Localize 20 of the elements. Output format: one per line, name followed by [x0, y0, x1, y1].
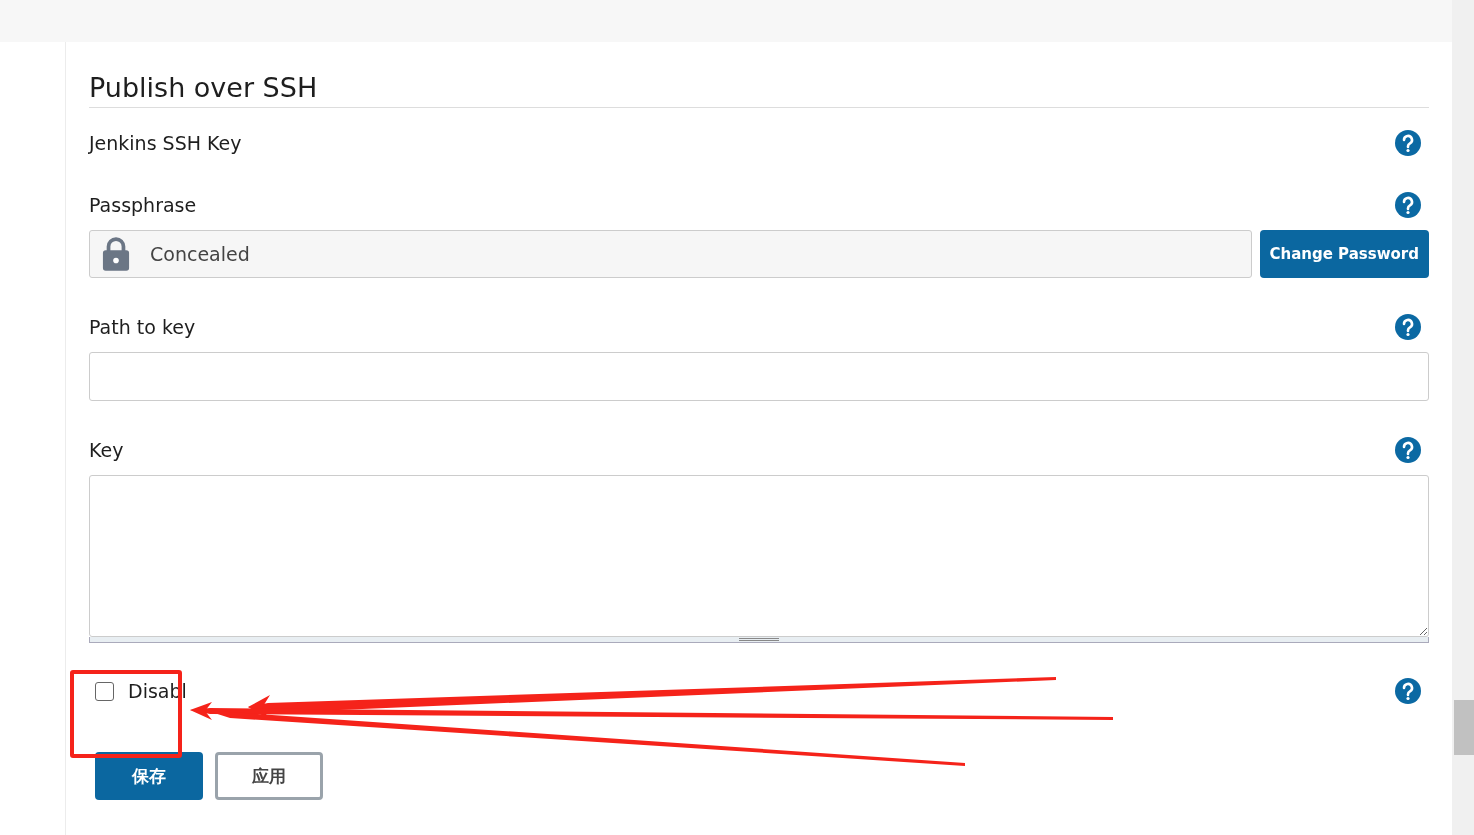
field-label: Jenkins SSH Key — [89, 132, 242, 154]
field-label: Key — [89, 439, 124, 461]
change-password-button[interactable]: Change Password — [1259, 230, 1429, 278]
help-icon[interactable] — [1395, 130, 1421, 156]
help-icon[interactable] — [1395, 314, 1421, 340]
section-title: Publish over SSH — [89, 72, 1429, 108]
checkbox[interactable] — [95, 681, 114, 701]
help-icon[interactable] — [1395, 678, 1421, 704]
save-button[interactable]: 保存 — [95, 752, 203, 800]
lock-icon — [102, 236, 130, 272]
password-field[interactable]: Concealed — [89, 230, 1252, 278]
apply-button[interactable]: 应用 — [215, 752, 323, 800]
field-label: Path to key — [89, 316, 196, 338]
scrollbar-thumb[interactable] — [1454, 700, 1474, 755]
field-value: Concealed — [150, 243, 250, 265]
input-field[interactable] — [89, 352, 1429, 401]
help-icon[interactable] — [1395, 192, 1421, 218]
help-icon[interactable] — [1395, 437, 1421, 463]
field-label: Passphrase — [89, 194, 197, 216]
resize-handle[interactable] — [89, 637, 1429, 643]
